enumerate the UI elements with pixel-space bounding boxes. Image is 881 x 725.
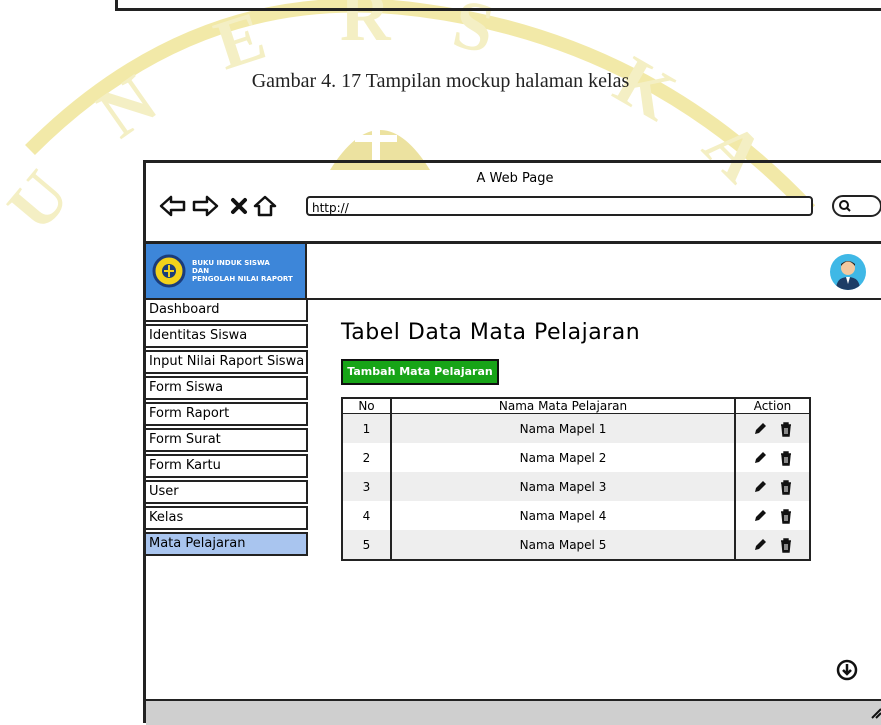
- top-border: [115, 0, 881, 11]
- sidebar-item-form-surat[interactable]: Form Surat: [146, 428, 308, 452]
- cell-action: [736, 472, 809, 501]
- arrow-left-icon: [159, 195, 186, 217]
- pencil-icon[interactable]: [752, 479, 768, 495]
- browser-chrome: A Web Page http://: [146, 163, 881, 244]
- home-button[interactable]: [250, 191, 280, 221]
- svg-text:U: U: [0, 157, 85, 245]
- table-row: 2 Nama Mapel 2: [343, 443, 809, 472]
- cell-action: [736, 501, 809, 530]
- trash-icon[interactable]: [778, 450, 794, 466]
- pencil-icon[interactable]: [752, 450, 768, 466]
- home-icon: [253, 195, 277, 217]
- table-row: 4 Nama Mapel 4: [343, 501, 809, 530]
- page-title: Tabel Data Mata Pelajaran: [341, 320, 641, 345]
- sidebar-item-kelas[interactable]: Kelas: [146, 506, 308, 530]
- cell-action: [736, 414, 809, 443]
- trash-icon[interactable]: [778, 537, 794, 553]
- pencil-icon[interactable]: [752, 421, 768, 437]
- sidebar-item-user[interactable]: User: [146, 480, 308, 504]
- sidebar-item-form-kartu[interactable]: Form Kartu: [146, 454, 308, 478]
- trash-icon[interactable]: [778, 479, 794, 495]
- table-row: 3 Nama Mapel 3: [343, 472, 809, 501]
- cell-no: 3: [343, 472, 392, 501]
- add-subject-button[interactable]: Tambah Mata Pelajaran: [341, 359, 499, 385]
- sidebar-item-dashboard[interactable]: Dashboard: [146, 298, 308, 322]
- cell-name: Nama Mapel 4: [392, 501, 736, 530]
- table-row: 5 Nama Mapel 5: [343, 530, 809, 559]
- arrow-right-icon: [192, 195, 219, 217]
- app-header: BUKU INDUK SISWA DAN PENGOLAH NILAI RAPO…: [146, 244, 881, 300]
- pencil-icon[interactable]: [752, 537, 768, 553]
- resize-handle-icon[interactable]: [870, 707, 881, 719]
- cell-no: 2: [343, 443, 392, 472]
- browser-window: A Web Page http:// BUKU INDUK SISWA DAN …: [143, 160, 881, 725]
- logo-line-2: DAN: [192, 267, 210, 275]
- status-bar: [146, 699, 881, 725]
- sidebar: Dashboard Identitas Siswa Input Nilai Ra…: [146, 298, 308, 558]
- back-button[interactable]: [158, 191, 188, 221]
- table-row: 1 Nama Mapel 1: [343, 414, 809, 443]
- cell-name: Nama Mapel 5: [392, 530, 736, 559]
- cell-no: 5: [343, 530, 392, 559]
- trash-icon[interactable]: [778, 508, 794, 524]
- cell-name: Nama Mapel 2: [392, 443, 736, 472]
- cell-action: [736, 443, 809, 472]
- user-avatar[interactable]: [830, 254, 866, 290]
- logo-line-3: PENGOLAH NILAI RAPORT: [192, 275, 293, 283]
- search-field[interactable]: [832, 195, 881, 217]
- user-icon: [836, 261, 860, 290]
- header-action: Action: [753, 399, 792, 413]
- pencil-icon[interactable]: [752, 508, 768, 524]
- sidebar-item-identitas-siswa[interactable]: Identitas Siswa: [146, 324, 308, 348]
- sidebar-item-form-raport[interactable]: Form Raport: [146, 402, 308, 426]
- url-bar[interactable]: http://: [306, 196, 813, 216]
- forward-button[interactable]: [190, 191, 220, 221]
- window-title: A Web Page: [476, 171, 554, 186]
- sidebar-item-form-siswa[interactable]: Form Siswa: [146, 376, 308, 400]
- sidebar-item-input-nilai[interactable]: Input Nilai Raport Siswa: [146, 350, 308, 374]
- search-icon: [839, 200, 851, 212]
- cell-no: 4: [343, 501, 392, 530]
- cell-name: Nama Mapel 1: [392, 414, 736, 443]
- subjects-table: No Nama Mata Pelajaran Action 1 Nama Map…: [341, 397, 811, 561]
- figure-caption: Gambar 4. 17 Tampilan mockup halaman kel…: [251, 70, 630, 92]
- logo-text: BUKU INDUK SISWA DAN PENGOLAH NILAI RAPO…: [192, 259, 293, 283]
- sidebar-item-mata-pelajaran[interactable]: Mata Pelajaran: [146, 532, 308, 556]
- cell-action: [736, 530, 809, 559]
- trash-icon[interactable]: [778, 421, 794, 437]
- cell-no: 1: [343, 414, 392, 443]
- header-name: Nama Mata Pelajaran: [392, 399, 736, 413]
- app-logo[interactable]: BUKU INDUK SISWA DAN PENGOLAH NILAI RAPO…: [146, 244, 307, 298]
- table-header-row: No Nama Mata Pelajaran Action: [343, 399, 809, 414]
- logo-line-1: BUKU INDUK SISWA: [192, 259, 270, 267]
- cell-name: Nama Mapel 3: [392, 472, 736, 501]
- close-icon: [231, 198, 247, 214]
- arrow-down-circle-icon[interactable]: [836, 659, 858, 681]
- header-no: No: [343, 399, 392, 413]
- school-emblem-icon: [152, 254, 186, 288]
